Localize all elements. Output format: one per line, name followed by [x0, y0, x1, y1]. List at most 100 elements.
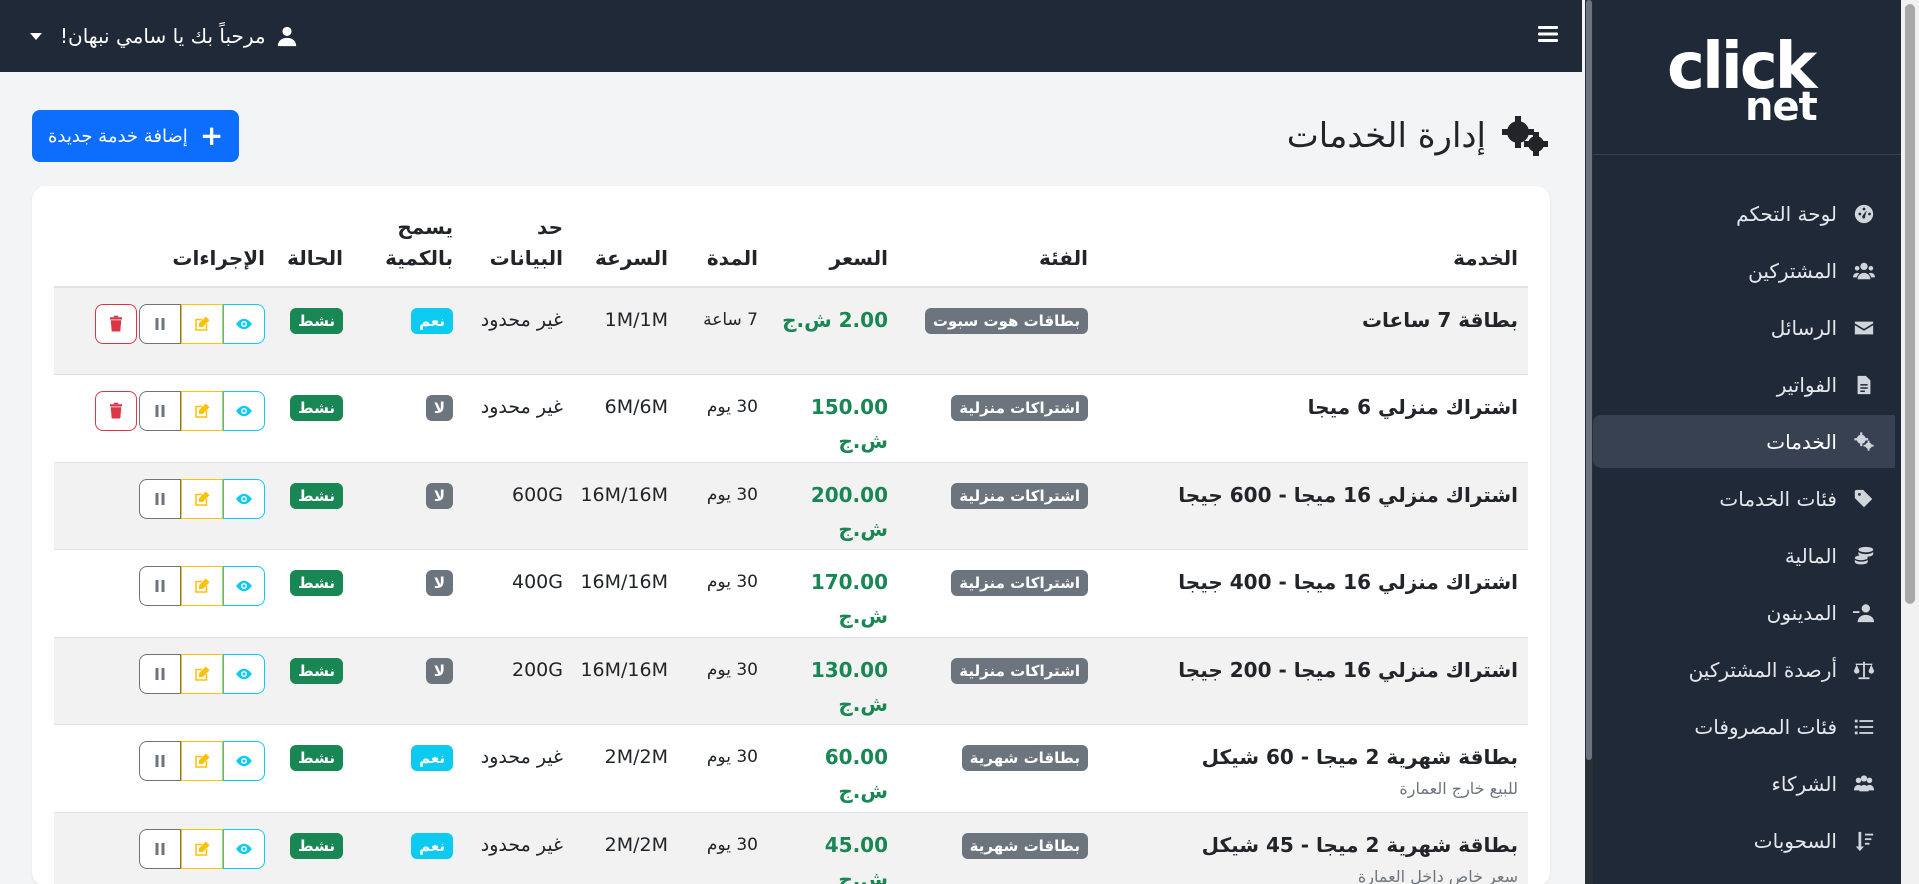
edit-button[interactable]: [181, 304, 223, 344]
view-button[interactable]: [223, 391, 265, 431]
col-header-status[interactable]: الحالة: [275, 212, 353, 288]
category-badge: بطاقات شهرية: [961, 832, 1088, 859]
cell-duration: 30 يوم: [678, 724, 768, 813]
user-menu[interactable]: مرحباً بك يا سامي نبهان!: [30, 24, 298, 48]
logo[interactable]: click net: [1667, 22, 1827, 132]
page-scrollbar[interactable]: [1901, 0, 1919, 884]
col-header-price[interactable]: السعر: [768, 212, 898, 288]
envelope-icon: [1851, 315, 1877, 341]
delete-button[interactable]: [95, 391, 137, 431]
view-button[interactable]: [223, 653, 265, 694]
col-header-category[interactable]: الفئة: [898, 212, 1098, 288]
cell-duration: 30 يوم: [678, 812, 768, 884]
col-header-duration[interactable]: المدة: [678, 212, 768, 288]
pause-button[interactable]: [139, 478, 181, 519]
view-button[interactable]: [223, 478, 265, 519]
table-row: اشتراك منزلي 6 ميجا اشتراكات منزلية 150.00…: [54, 374, 1528, 463]
price-value: 60.00 ش.ج: [824, 745, 888, 803]
sidebar-item-label: الفواتير: [1776, 372, 1837, 397]
edit-button[interactable]: [181, 478, 223, 519]
sidebar-scrollbar-thumb[interactable]: [1586, 0, 1592, 760]
cell-service: بطاقة شهرية 2 ميجا - 45 شيكل سعر خاص داخل…: [1098, 812, 1528, 884]
pause-button[interactable]: [139, 653, 181, 694]
pause-button[interactable]: [139, 304, 181, 344]
add-service-label: إضافة خدمة جديدة: [48, 125, 188, 147]
service-name: بطاقة 7 ساعات: [1361, 308, 1518, 332]
sidebar-item-10[interactable]: الشركاء: [1593, 757, 1895, 810]
pause-button[interactable]: [139, 566, 181, 606]
cell-duration: 30 يوم: [678, 549, 768, 638]
table-row: اشتراك منزلي 16 ميجا - 400 جيجا اشتراكات …: [54, 549, 1528, 638]
view-button[interactable]: [223, 566, 265, 606]
pause-button[interactable]: [139, 828, 181, 869]
col-header-allow-qty[interactable]: يسمح بالكمية: [353, 212, 463, 288]
edit-button[interactable]: [181, 566, 223, 606]
view-button[interactable]: [223, 828, 265, 869]
view-button[interactable]: [223, 304, 265, 344]
sidebar-item-3[interactable]: الفواتير: [1593, 358, 1895, 411]
sidebar-item-6[interactable]: المالية: [1593, 529, 1895, 582]
status-badge: نشط: [290, 570, 343, 596]
edit-icon: [195, 578, 210, 593]
cogs-icon: [1851, 429, 1877, 455]
eye-icon: [236, 493, 252, 504]
invoice-icon: [1851, 372, 1877, 398]
sidebar-item-label: فئات المصروفات: [1694, 714, 1837, 739]
pause-icon: [155, 842, 165, 855]
cell-status: نشط: [275, 637, 353, 725]
cell-speed: 16M/16M: [573, 549, 678, 638]
col-header-speed[interactable]: السرعة: [573, 212, 678, 288]
page-scrollbar-thumb[interactable]: [1905, 4, 1915, 604]
table-row: اشتراك منزلي 16 ميجا - 600 جيجا اشتراكات …: [54, 462, 1528, 550]
cell-category: بطاقات هوت سبوت: [898, 287, 1098, 375]
sidebar-item-1[interactable]: المشتركين: [1593, 244, 1895, 297]
view-button[interactable]: [223, 741, 265, 781]
pause-button[interactable]: [139, 741, 181, 781]
trash-icon: [110, 402, 122, 419]
row-actions: [64, 304, 265, 344]
sidebar-item-9[interactable]: فئات المصروفات: [1593, 700, 1895, 753]
cogs-icon: [1502, 116, 1548, 156]
cell-service: بطاقة 7 ساعات: [1098, 287, 1528, 375]
eye-icon: [236, 405, 252, 417]
cell-category: اشتراكات منزلية: [898, 462, 1098, 550]
menu-toggle-button[interactable]: [1536, 22, 1560, 50]
status-badge: نشط: [290, 832, 343, 859]
delete-button[interactable]: [95, 304, 137, 344]
cell-allow-qty: لا: [353, 374, 463, 463]
col-header-service[interactable]: الخدمة: [1098, 212, 1528, 288]
sidebar-scrollbar[interactable]: [1585, 0, 1593, 884]
price-value: 150.00 ش.ج: [810, 395, 888, 453]
cell-data-limit: 600G: [463, 462, 573, 550]
row-actions: [64, 828, 265, 869]
service-note: للبيع خارج العمارة: [1399, 779, 1518, 798]
chevron-down-icon: [30, 32, 42, 40]
edit-button[interactable]: [181, 741, 223, 781]
cell-allow-qty: نعم: [353, 724, 463, 813]
cell-category: بطاقات شهرية: [898, 724, 1098, 813]
eye-icon: [236, 755, 252, 767]
sidebar-item-4[interactable]: الخدمات: [1593, 415, 1895, 468]
sidebar-item-7[interactable]: المدينون: [1593, 586, 1895, 639]
sidebar-item-11[interactable]: السحوبات: [1593, 814, 1895, 867]
cell-data-limit: غير محدود: [463, 287, 573, 375]
cell-actions: [54, 724, 275, 813]
allow-qty-badge: لا: [425, 657, 453, 684]
edit-button[interactable]: [181, 653, 223, 694]
edit-button[interactable]: [181, 828, 223, 869]
sidebar-item-label: أرصدة المشتركين: [1688, 657, 1837, 682]
cell-price: 45.00 ش.ج: [768, 812, 898, 884]
sidebar-item-2[interactable]: الرسائل: [1593, 301, 1895, 354]
edit-button[interactable]: [181, 391, 223, 431]
sidebar-item-8[interactable]: أرصدة المشتركين: [1593, 643, 1895, 696]
cell-category: اشتراكات منزلية: [898, 374, 1098, 463]
cell-allow-qty: لا: [353, 462, 463, 550]
sidebar-item-0[interactable]: لوحة التحكم: [1593, 187, 1895, 240]
cell-allow-qty: نعم: [353, 812, 463, 884]
pause-button[interactable]: [139, 391, 181, 431]
price-value: 45.00 ش.ج: [824, 832, 888, 884]
col-header-data-limit[interactable]: حد البيانات: [463, 212, 573, 288]
add-service-button[interactable]: + إضافة خدمة جديدة: [32, 110, 240, 162]
sidebar-item-5[interactable]: فئات الخدمات: [1593, 472, 1895, 525]
status-badge: نشط: [290, 745, 343, 771]
